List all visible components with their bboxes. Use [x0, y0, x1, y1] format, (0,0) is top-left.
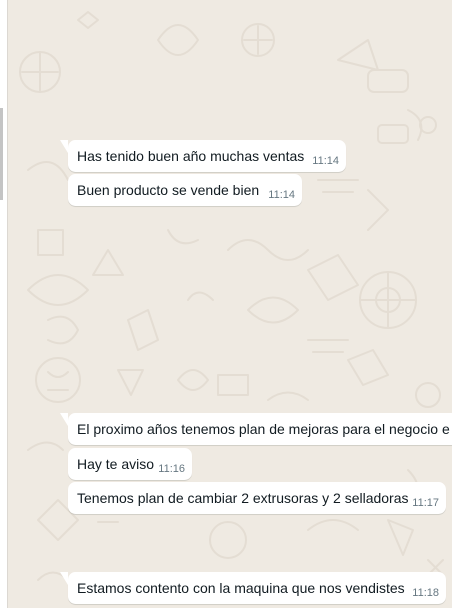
message-text: Estamos contento con la maquina que nos … — [77, 580, 405, 596]
message-timestamp: 11:14 — [312, 155, 339, 167]
message-timestamp: 11:18 — [412, 587, 439, 599]
message-bubble[interactable]: Hay te aviso 11:16 — [68, 448, 192, 480]
bubble-tail — [60, 413, 68, 426]
message-bubble[interactable]: Tenemos plan de cambiar 2 extrusoras y 2… — [68, 482, 446, 514]
message-text: Has tenido buen año muchas ventas — [77, 148, 305, 164]
message-timestamp: 11:16 — [158, 463, 185, 475]
message-bubble[interactable]: Has tenido buen año muchas ventas 11:14 — [60, 140, 346, 172]
message-text: Hay te aviso — [77, 456, 155, 472]
message-timestamp: 11:17 — [412, 497, 439, 509]
bubble-tail — [60, 572, 68, 585]
message-text: Buen producto se vende bien — [77, 182, 260, 198]
left-panel-edge — [0, 0, 8, 608]
message-bubble[interactable]: Buen producto se vende bien 11:14 — [68, 174, 302, 206]
message-text: Tenemos plan de cambiar 2 extrusoras y 2… — [77, 490, 409, 506]
scrollbar-thumb[interactable] — [0, 108, 3, 200]
wallpaper-doodles — [19, 11, 444, 589]
message-timestamp: 11:14 — [268, 189, 295, 201]
chat-background: Has tenido buen año muchas ventas 11:14 … — [0, 0, 452, 608]
message-bubble[interactable]: El proximo años tenemos plan de mejoras … — [60, 413, 452, 445]
bubble-tail — [60, 140, 68, 153]
message-bubble[interactable]: Estamos contento con la maquina que nos … — [60, 572, 446, 604]
message-text: El proximo años tenemos plan de mejoras … — [77, 421, 450, 437]
